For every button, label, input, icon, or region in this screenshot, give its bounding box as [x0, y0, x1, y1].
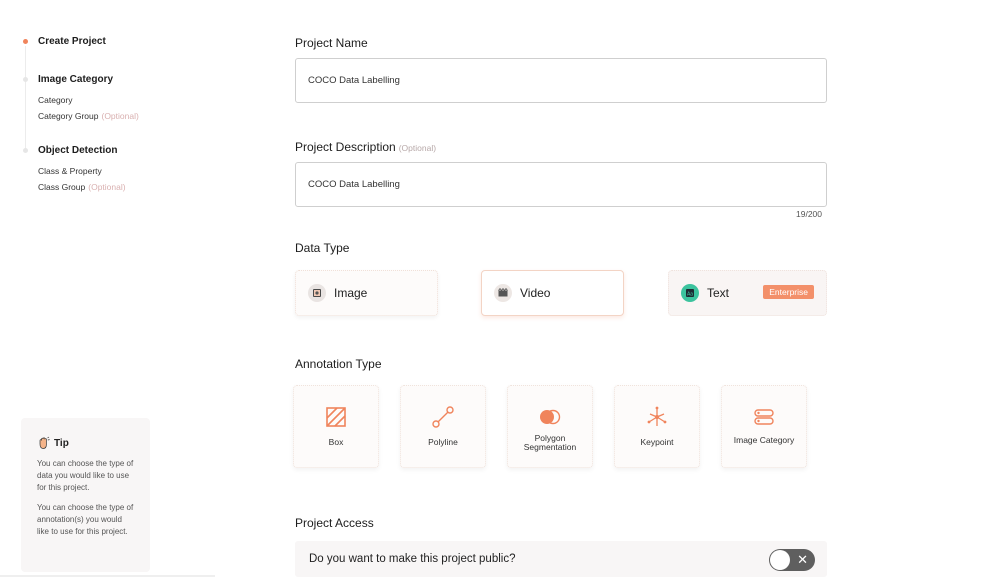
annotation-type-label: Annotation Type: [295, 357, 382, 371]
data-type-video-card[interactable]: Video: [481, 270, 624, 316]
step-title: Create Project: [38, 36, 106, 47]
public-toggle[interactable]: ✕: [769, 549, 815, 571]
step-dot: [23, 77, 28, 82]
annotation-label: Polygon Segmentation: [523, 433, 577, 452]
image-category-icon: [753, 406, 775, 428]
project-access-row: Do you want to make this project public?…: [295, 541, 827, 577]
optional-tag: (Optional): [101, 111, 139, 121]
tip-header: Tip: [37, 436, 134, 450]
data-type-label: Data Type: [295, 241, 350, 255]
image-icon: [308, 284, 326, 302]
annotation-keypoint-card[interactable]: Keypoint: [614, 385, 700, 468]
text-icon: Aa: [681, 284, 699, 302]
public-question: Do you want to make this project public?: [309, 553, 516, 565]
sub-step-label: Class Group: [38, 182, 86, 192]
annotation-image-category-card[interactable]: Image Category: [721, 385, 807, 468]
annotation-box-card[interactable]: Box: [293, 385, 379, 468]
toggle-knob: [770, 550, 790, 570]
annotation-polygon-segmentation-card[interactable]: Polygon Segmentation: [507, 385, 593, 468]
video-icon: [494, 284, 512, 302]
project-description-label: Project Description (Optional): [295, 140, 436, 154]
optional-tag: (Optional): [398, 143, 437, 153]
polyline-icon: [432, 406, 454, 428]
data-type-text-card[interactable]: Aa Text Enterprise: [668, 270, 827, 316]
close-icon: ✕: [797, 552, 808, 567]
sub-step-label: Category Group: [38, 111, 99, 121]
data-type-image-card[interactable]: Image: [295, 270, 438, 316]
project-description-label-text: Project Description: [295, 140, 396, 154]
sub-step-label: Category: [38, 95, 73, 105]
annotation-polyline-card[interactable]: Polyline: [400, 385, 486, 468]
sub-step-class-group[interactable]: Class Group (Optional): [38, 182, 126, 192]
annotation-label: Image Category: [733, 435, 795, 445]
step-title: Image Category: [38, 74, 114, 85]
optional-tag: (Optional): [88, 182, 126, 192]
project-access-label: Project Access: [295, 516, 374, 530]
sub-step-class-property[interactable]: Class & Property: [38, 166, 102, 176]
tip-text-annotation: You can choose the type of annotation(s)…: [37, 503, 134, 536]
box-icon: [326, 406, 346, 428]
character-counter: 19/200: [796, 209, 822, 219]
project-name-label: Project Name: [295, 36, 368, 50]
enterprise-badge: Enterprise: [763, 285, 814, 299]
step-title: Object Detection: [38, 145, 118, 156]
sub-step-category[interactable]: Category: [38, 95, 73, 105]
tip-box: Tip You can choose the type of data you …: [21, 418, 150, 572]
project-name-input[interactable]: COCO Data Labelling: [295, 58, 827, 103]
step-dot-active: [23, 39, 28, 44]
data-type-label-video: Video: [520, 286, 551, 300]
wave-hand-icon: [39, 436, 50, 449]
annotation-label: Box: [328, 437, 344, 447]
tip-text-data: You can choose the type of data you woul…: [37, 459, 134, 492]
annotation-label: Keypoint: [640, 437, 674, 447]
step-dot: [23, 148, 28, 153]
sub-step-label: Class & Property: [38, 166, 102, 176]
sidebar: Create Project Image Category Category C…: [0, 0, 215, 577]
annotation-label: Polyline: [428, 437, 458, 447]
polygon-segmentation-icon: [538, 406, 562, 428]
stepper-line: [25, 46, 26, 152]
keypoint-icon: [646, 406, 668, 428]
sub-step-category-group[interactable]: Category Group (Optional): [38, 111, 139, 121]
project-description-input[interactable]: COCO Data Labelling: [295, 162, 827, 207]
svg-text:Aa: Aa: [687, 292, 693, 298]
data-type-label-text: Text: [707, 286, 730, 300]
tip-title: Tip: [54, 437, 69, 449]
data-type-label-image: Image: [334, 286, 368, 300]
